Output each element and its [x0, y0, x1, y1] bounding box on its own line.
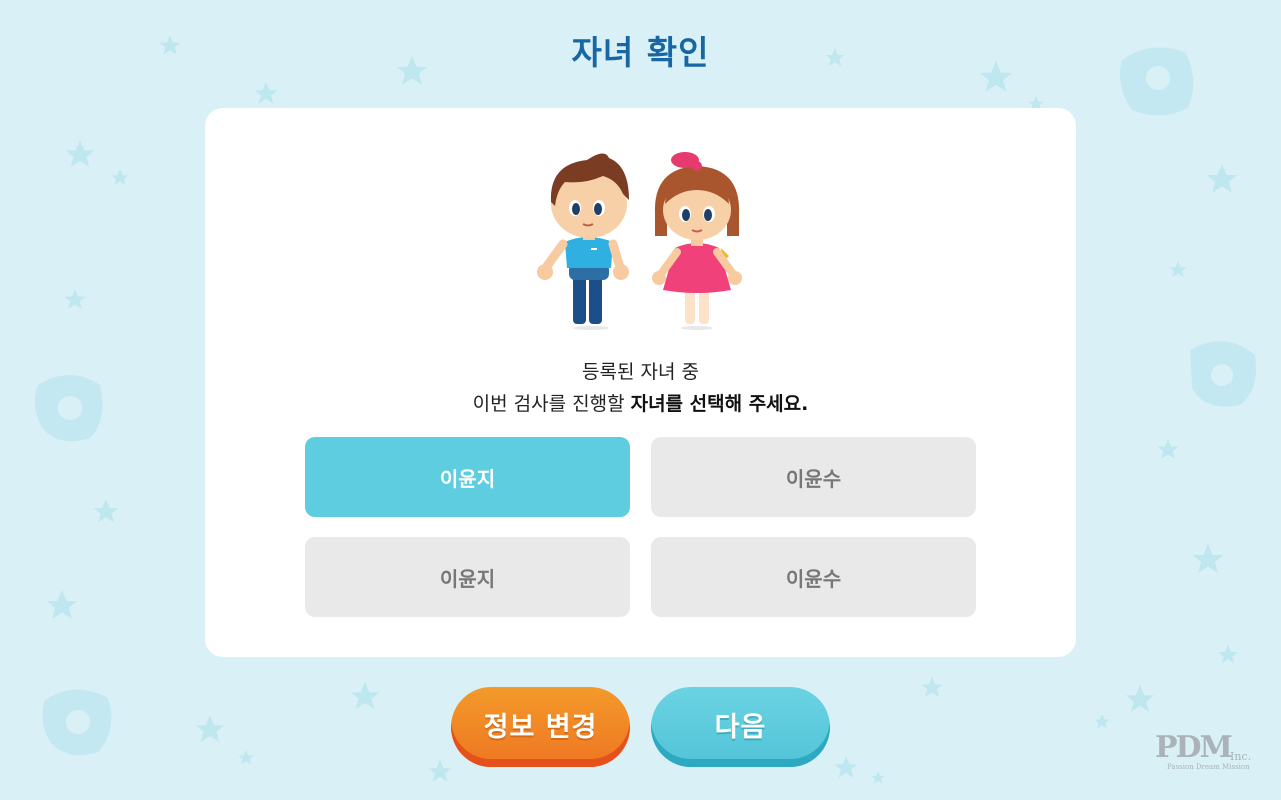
child-option-3[interactable]: 이윤지	[305, 537, 630, 617]
characters-illustration	[537, 152, 742, 330]
instruction-line2-normal: 이번 검사를 진행할	[472, 393, 631, 415]
instruction-line2: 이번 검사를 진행할 자녀를 선택해 주세요.	[205, 388, 1076, 420]
pdm-logo-suffix: Inc.	[1230, 750, 1252, 763]
instruction-text: 등록된 자녀 중 이번 검사를 진행할 자녀를 선택해 주세요.	[205, 356, 1076, 420]
girl-character	[652, 152, 742, 330]
boy-character	[537, 153, 629, 330]
pdm-logo-mark: PDM	[1155, 730, 1233, 765]
pdm-logo: PDM Inc. Passion Dream Mission	[1155, 730, 1255, 774]
pdm-logo-tagline: Passion Dream Mission	[1167, 763, 1250, 771]
instruction-line2-bold: 자녀를 선택해 주세요.	[630, 393, 809, 415]
child-selection-card: 등록된 자녀 중 이번 검사를 진행할 자녀를 선택해 주세요. 이윤지 이윤수…	[205, 108, 1076, 657]
next-button[interactable]: 다음	[651, 687, 830, 767]
child-option-4[interactable]: 이윤수	[651, 537, 976, 617]
instruction-line1: 등록된 자녀 중	[582, 361, 699, 383]
edit-info-button[interactable]: 정보 변경	[451, 687, 630, 767]
page-title: 자녀 확인	[571, 33, 710, 72]
child-option-2[interactable]: 이윤수	[651, 437, 976, 517]
child-option-1[interactable]: 이윤지	[305, 437, 630, 517]
